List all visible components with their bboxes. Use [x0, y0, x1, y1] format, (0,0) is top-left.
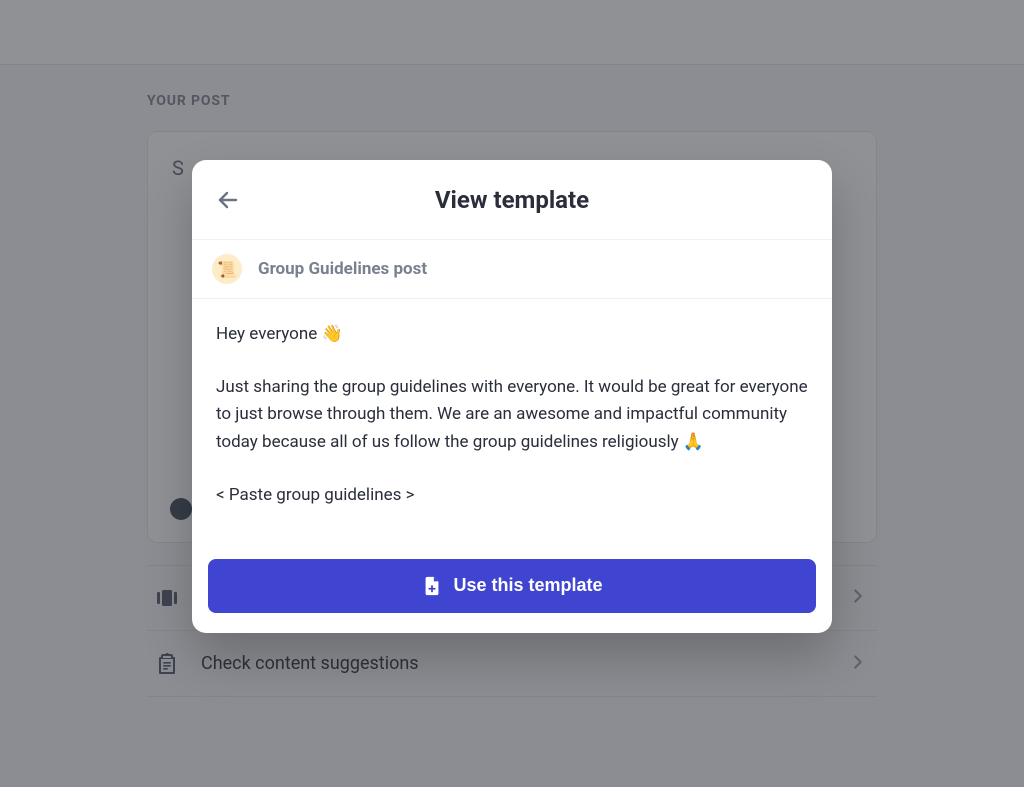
use-template-label: Use this template [453, 575, 602, 596]
template-paragraph: Just sharing the group guidelines with e… [216, 374, 808, 456]
scroll-icon: 📜 [212, 254, 242, 284]
back-button[interactable] [212, 184, 244, 216]
modal-header: View template [192, 160, 832, 240]
file-plus-icon [421, 575, 443, 597]
template-header: 📜 Group Guidelines post [192, 240, 832, 299]
template-line-greeting: Hey everyone 👋 [216, 321, 808, 348]
arrow-left-icon [216, 188, 240, 212]
view-template-modal: View template 📜 Group Guidelines post He… [192, 160, 832, 633]
use-template-button[interactable]: Use this template [208, 559, 816, 613]
modal-footer: Use this template [192, 543, 832, 633]
template-body: Hey everyone 👋 Just sharing the group gu… [192, 299, 832, 543]
modal-title: View template [435, 186, 589, 214]
template-name: Group Guidelines post [258, 259, 427, 279]
template-placeholder: < Paste group guidelines > [216, 482, 808, 509]
